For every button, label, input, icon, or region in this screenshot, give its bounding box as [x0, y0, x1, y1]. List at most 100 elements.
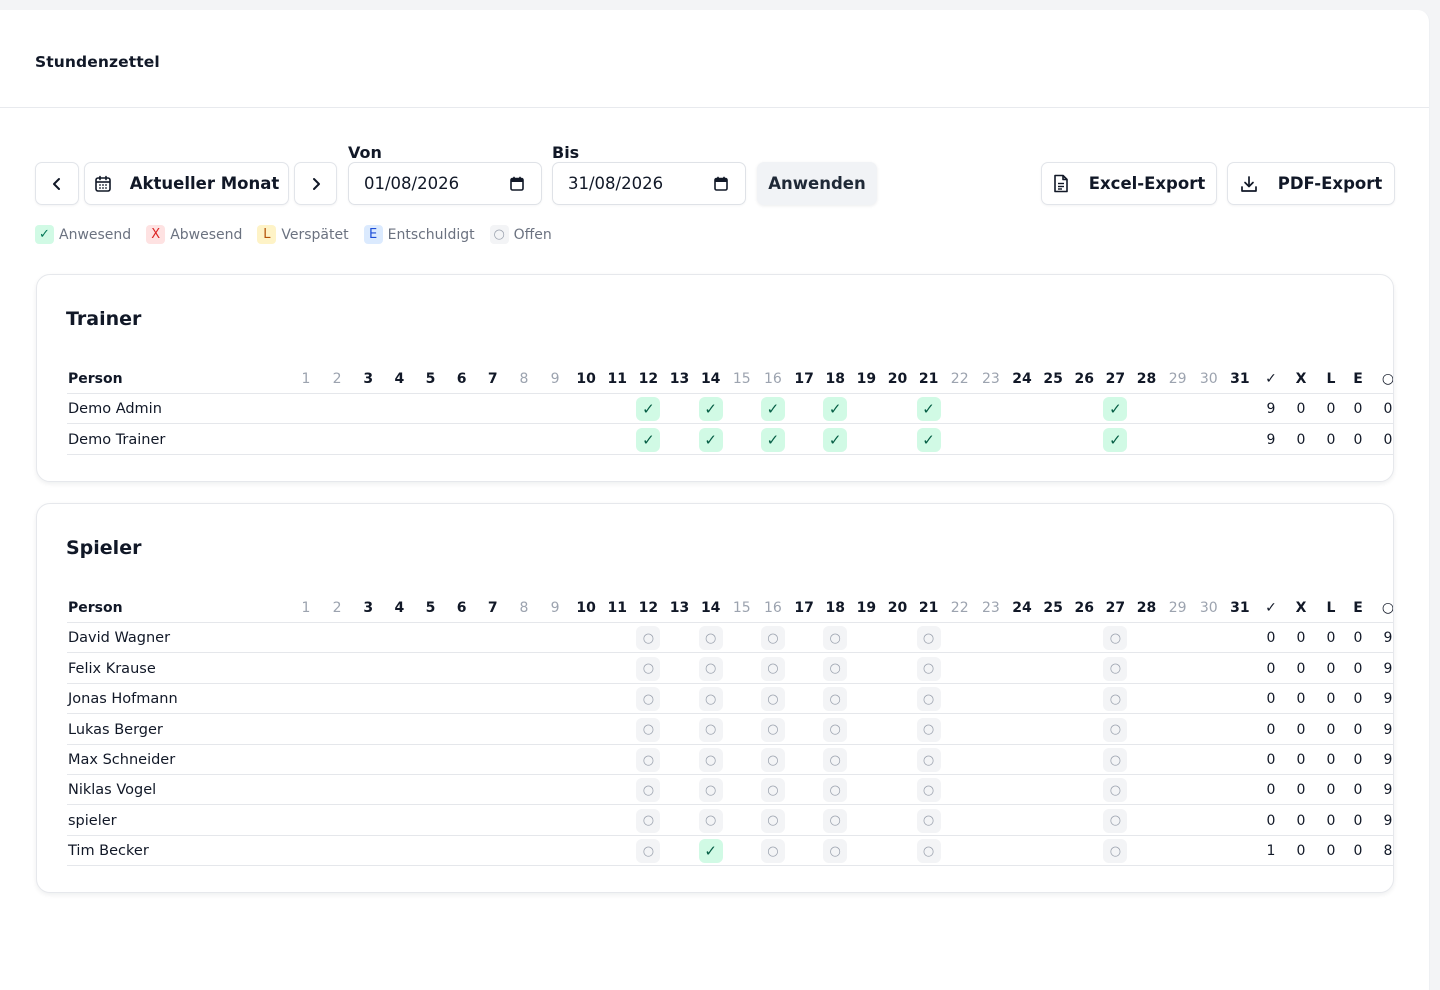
day-cell[interactable]: ○: [633, 806, 664, 836]
present-check-icon[interactable]: ✓: [698, 839, 723, 864]
open-circle-icon[interactable]: ○: [698, 778, 723, 803]
open-circle-icon[interactable]: ○: [823, 656, 848, 681]
day-cell[interactable]: ○: [1100, 654, 1131, 684]
day-cell[interactable]: ○: [633, 745, 664, 775]
open-circle-icon[interactable]: ○: [916, 717, 941, 742]
open-circle-icon[interactable]: ○: [760, 808, 785, 833]
open-circle-icon[interactable]: ○: [698, 687, 723, 712]
day-cell[interactable]: ○: [820, 836, 851, 866]
day-cell[interactable]: ○: [757, 745, 788, 775]
open-circle-icon[interactable]: ○: [698, 656, 723, 681]
present-check-icon[interactable]: ✓: [698, 427, 723, 452]
day-cell[interactable]: ○: [913, 806, 944, 836]
present-check-icon[interactable]: ✓: [823, 427, 848, 452]
day-cell[interactable]: ✓: [757, 394, 788, 424]
open-circle-icon[interactable]: ○: [1103, 717, 1128, 742]
day-cell[interactable]: ○: [913, 684, 944, 714]
day-cell[interactable]: ○: [913, 836, 944, 866]
open-circle-icon[interactable]: ○: [636, 656, 661, 681]
day-cell[interactable]: ○: [633, 715, 664, 745]
open-circle-icon[interactable]: ○: [823, 778, 848, 803]
day-cell[interactable]: ○: [695, 654, 726, 684]
day-cell[interactable]: ○: [1100, 775, 1131, 805]
day-cell[interactable]: ○: [1100, 715, 1131, 745]
open-circle-icon[interactable]: ○: [636, 748, 661, 772]
day-cell[interactable]: ○: [633, 775, 664, 805]
open-circle-icon[interactable]: ○: [760, 748, 785, 772]
day-cell[interactable]: ○: [913, 745, 944, 775]
day-cell[interactable]: ○: [633, 836, 664, 866]
day-cell[interactable]: ○: [913, 775, 944, 805]
apply-button[interactable]: Anwenden: [757, 162, 877, 205]
present-check-icon[interactable]: ✓: [760, 427, 785, 452]
from-date-input[interactable]: 01/08/2026: [348, 162, 542, 205]
present-check-icon[interactable]: ✓: [636, 427, 661, 452]
pdf-export-button[interactable]: PDF-Export: [1227, 162, 1395, 205]
open-circle-icon[interactable]: ○: [916, 839, 941, 864]
day-cell[interactable]: ○: [820, 715, 851, 745]
present-check-icon[interactable]: ✓: [760, 397, 785, 422]
day-cell[interactable]: ○: [633, 684, 664, 714]
day-cell[interactable]: ✓: [1100, 425, 1131, 455]
present-check-icon[interactable]: ✓: [698, 397, 723, 422]
day-cell[interactable]: ○: [757, 715, 788, 745]
day-cell[interactable]: ○: [913, 715, 944, 745]
open-circle-icon[interactable]: ○: [760, 687, 785, 712]
day-cell[interactable]: ○: [757, 654, 788, 684]
day-cell[interactable]: ✓: [695, 425, 726, 455]
day-cell[interactable]: ○: [820, 654, 851, 684]
day-cell[interactable]: ✓: [633, 394, 664, 424]
open-circle-icon[interactable]: ○: [1103, 808, 1128, 833]
open-circle-icon[interactable]: ○: [636, 839, 661, 864]
day-cell[interactable]: ○: [757, 623, 788, 653]
day-cell[interactable]: ✓: [633, 425, 664, 455]
current-month-button[interactable]: Aktueller Monat: [84, 162, 289, 205]
open-circle-icon[interactable]: ○: [760, 839, 785, 864]
excel-export-button[interactable]: Excel-Export: [1041, 162, 1217, 205]
day-cell[interactable]: ✓: [913, 425, 944, 455]
open-circle-icon[interactable]: ○: [916, 626, 941, 651]
day-cell[interactable]: ○: [820, 684, 851, 714]
day-cell[interactable]: ○: [695, 806, 726, 836]
day-cell[interactable]: ✓: [695, 394, 726, 424]
open-circle-icon[interactable]: ○: [698, 808, 723, 833]
open-circle-icon[interactable]: ○: [636, 687, 661, 712]
calendar-picker-icon[interactable]: [510, 176, 524, 191]
day-cell[interactable]: ○: [757, 806, 788, 836]
open-circle-icon[interactable]: ○: [698, 717, 723, 742]
open-circle-icon[interactable]: ○: [760, 626, 785, 651]
next-month-button[interactable]: [294, 162, 337, 205]
open-circle-icon[interactable]: ○: [916, 656, 941, 681]
day-cell[interactable]: ✓: [820, 394, 851, 424]
day-cell[interactable]: ○: [633, 654, 664, 684]
to-date-input[interactable]: 31/08/2026: [552, 162, 746, 205]
open-circle-icon[interactable]: ○: [636, 808, 661, 833]
open-circle-icon[interactable]: ○: [1103, 626, 1128, 651]
open-circle-icon[interactable]: ○: [636, 626, 661, 651]
open-circle-icon[interactable]: ○: [760, 778, 785, 803]
day-cell[interactable]: ✓: [695, 836, 726, 866]
present-check-icon[interactable]: ✓: [916, 397, 941, 422]
open-circle-icon[interactable]: ○: [760, 656, 785, 681]
open-circle-icon[interactable]: ○: [823, 717, 848, 742]
open-circle-icon[interactable]: ○: [916, 778, 941, 803]
previous-month-button[interactable]: [35, 162, 79, 205]
day-cell[interactable]: ✓: [820, 425, 851, 455]
open-circle-icon[interactable]: ○: [823, 748, 848, 772]
open-circle-icon[interactable]: ○: [1103, 748, 1128, 772]
day-cell[interactable]: ○: [1100, 806, 1131, 836]
day-cell[interactable]: ○: [820, 806, 851, 836]
open-circle-icon[interactable]: ○: [636, 717, 661, 742]
open-circle-icon[interactable]: ○: [1103, 656, 1128, 681]
day-cell[interactable]: ✓: [757, 425, 788, 455]
open-circle-icon[interactable]: ○: [823, 808, 848, 833]
open-circle-icon[interactable]: ○: [916, 748, 941, 772]
open-circle-icon[interactable]: ○: [1103, 687, 1128, 712]
open-circle-icon[interactable]: ○: [916, 808, 941, 833]
day-cell[interactable]: ○: [695, 745, 726, 775]
open-circle-icon[interactable]: ○: [823, 626, 848, 651]
day-cell[interactable]: ○: [695, 623, 726, 653]
open-circle-icon[interactable]: ○: [698, 748, 723, 772]
calendar-picker-icon[interactable]: [714, 176, 728, 191]
day-cell[interactable]: ✓: [913, 394, 944, 424]
